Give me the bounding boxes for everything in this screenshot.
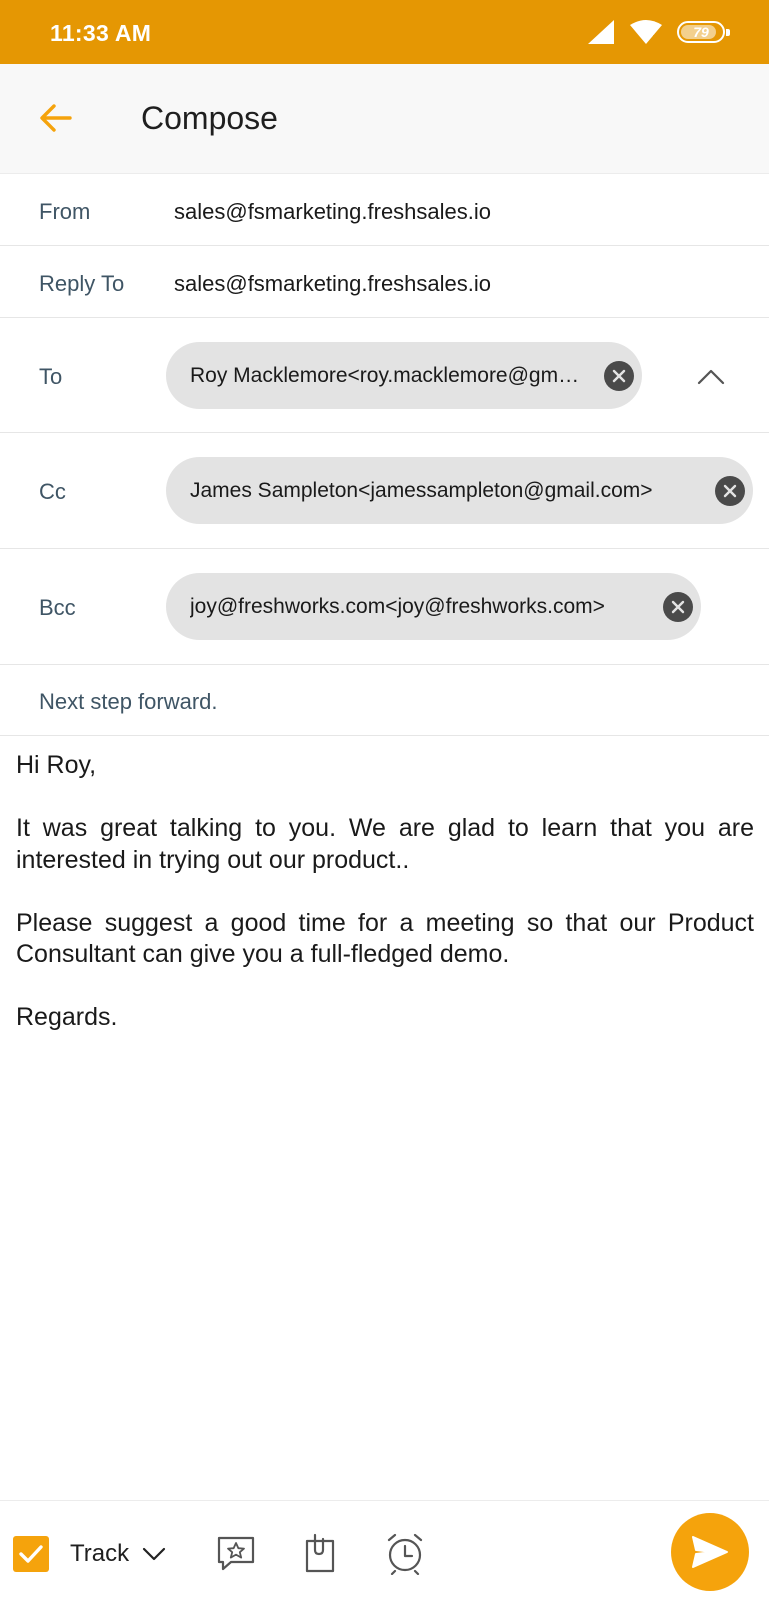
body-paragraph-2: Please suggest a good time for a meeting… bbox=[16, 908, 754, 969]
from-label: From bbox=[39, 199, 91, 224]
template-icon[interactable] bbox=[214, 1531, 258, 1575]
battery-icon: 79 bbox=[677, 21, 730, 43]
to-recipient-text: Roy Macklemore<roy.macklemore@gmail.com> bbox=[190, 363, 580, 387]
body-signoff: Regards. bbox=[16, 1003, 118, 1031]
chevron-down-icon[interactable] bbox=[141, 1545, 167, 1563]
attachment-icon[interactable] bbox=[298, 1531, 342, 1575]
to-label: To bbox=[39, 364, 63, 389]
cc-label: Cc bbox=[39, 479, 66, 504]
cc-recipient-chip[interactable]: James Sampleton<jamessampleton@gmail.com… bbox=[166, 457, 753, 524]
send-icon bbox=[692, 1536, 728, 1568]
to-recipient-chip[interactable]: Roy Macklemore<roy.macklemore@gmail.com> bbox=[166, 342, 642, 409]
page-title: Compose bbox=[141, 100, 278, 136]
schedule-icon[interactable] bbox=[383, 1531, 427, 1575]
email-body-editor[interactable]: Hi Roy, It was great talking to you. We … bbox=[16, 750, 754, 1065]
remove-bcc-recipient-icon[interactable] bbox=[663, 592, 693, 622]
from-row: From sales@fsmarketing.freshsales.io bbox=[0, 174, 769, 246]
status-bar: 11:33 AM 79 bbox=[0, 0, 769, 64]
bcc-recipient-text: joy@freshworks.com<joy@freshworks.com> bbox=[190, 594, 605, 618]
body-paragraph-1: It was great talking to you. We are glad… bbox=[16, 814, 754, 874]
bcc-recipient-chip[interactable]: joy@freshworks.com<joy@freshworks.com> bbox=[166, 573, 701, 640]
from-value[interactable]: sales@fsmarketing.freshsales.io bbox=[174, 199, 491, 225]
app-bar: Compose bbox=[0, 64, 769, 174]
chevron-up-icon[interactable] bbox=[691, 358, 731, 394]
body-greeting: Hi Roy, bbox=[16, 751, 97, 779]
bcc-label: Bcc bbox=[39, 595, 76, 620]
remove-cc-recipient-icon[interactable] bbox=[715, 476, 745, 506]
remove-to-recipient-icon[interactable] bbox=[604, 361, 634, 391]
send-button[interactable] bbox=[671, 1513, 749, 1591]
checkmark-icon bbox=[19, 1545, 43, 1563]
track-checkbox[interactable] bbox=[13, 1536, 49, 1572]
status-time: 11:33 AM bbox=[50, 20, 152, 46]
bcc-row: Bcc joy@freshworks.com<joy@freshworks.co… bbox=[0, 549, 769, 665]
cc-recipient-text: James Sampleton<jamessampleton@gmail.com… bbox=[190, 478, 653, 502]
battery-level: 79 bbox=[693, 24, 709, 40]
compose-toolbar: Track bbox=[0, 1500, 769, 1600]
reply-to-value[interactable]: sales@fsmarketing.freshsales.io bbox=[174, 271, 491, 297]
status-icons: 79 bbox=[587, 19, 730, 45]
subject-row: Next step forward. bbox=[0, 665, 769, 736]
arrow-left-icon[interactable] bbox=[36, 98, 76, 138]
signal-icon bbox=[588, 20, 614, 44]
track-label[interactable]: Track bbox=[70, 1540, 129, 1568]
reply-to-label: Reply To bbox=[39, 271, 125, 296]
to-row: To Roy Macklemore<roy.macklemore@gmail.c… bbox=[0, 318, 769, 433]
subject-field[interactable]: Next step forward. bbox=[39, 689, 218, 715]
cc-row: Cc James Sampleton<jamessampleton@gmail.… bbox=[0, 433, 769, 549]
reply-to-row: Reply To sales@fsmarketing.freshsales.io bbox=[0, 246, 769, 318]
wifi-icon bbox=[630, 20, 662, 44]
